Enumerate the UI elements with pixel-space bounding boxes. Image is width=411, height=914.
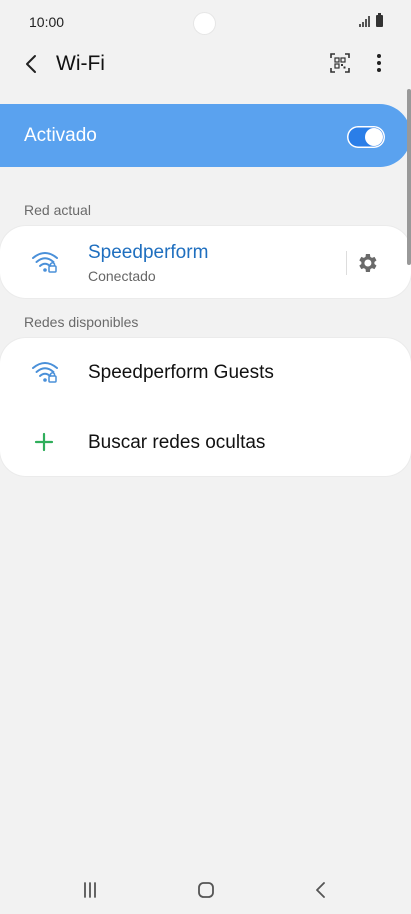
- battery-icon: [376, 13, 383, 27]
- back-chevron-icon: [316, 882, 325, 898]
- nav-back-button[interactable]: [309, 880, 333, 900]
- status-time: 10:00: [29, 14, 65, 30]
- add-hidden-network-row[interactable]: Buscar redes ocultas: [0, 408, 411, 476]
- divider: [346, 251, 347, 275]
- current-network-row[interactable]: Speedperform Conectado: [0, 226, 340, 298]
- status-icons: [359, 13, 383, 27]
- available-networks-header: Redes disponibles: [24, 314, 139, 330]
- network-settings-button[interactable]: [355, 251, 379, 275]
- current-network-status: Conectado: [88, 268, 156, 284]
- available-networks-card: Speedperform Guests Buscar redes ocultas: [0, 338, 411, 476]
- more-options-button[interactable]: [368, 52, 390, 74]
- add-hidden-network-label: Buscar redes ocultas: [88, 432, 266, 453]
- current-network-header: Red actual: [24, 202, 91, 218]
- recent-apps-icon: [84, 882, 96, 898]
- wifi-toggle[interactable]: [347, 126, 385, 148]
- wifi-master-switch[interactable]: Activado: [0, 104, 411, 167]
- current-network-name: Speedperform: [88, 242, 209, 263]
- back-button[interactable]: [20, 52, 44, 76]
- home-button[interactable]: [194, 880, 218, 900]
- status-bar: 10:00: [0, 0, 411, 44]
- network-item[interactable]: Speedperform Guests: [0, 338, 411, 408]
- qr-code-button[interactable]: [329, 52, 351, 74]
- signal-icon: [359, 15, 370, 27]
- wifi-lock-icon: [32, 252, 58, 273]
- master-switch-label: Activado: [24, 125, 97, 146]
- page-title: Wi-Fi: [56, 52, 105, 75]
- more-vertical-icon: [377, 54, 381, 72]
- app-bar: Wi-Fi: [0, 44, 411, 84]
- network-name: Speedperform Guests: [88, 362, 274, 383]
- home-icon: [198, 882, 214, 898]
- navigation-bar: [0, 866, 411, 914]
- recent-apps-button[interactable]: [78, 880, 102, 900]
- current-network-card: Speedperform Conectado: [0, 226, 411, 298]
- back-arrow-icon: [26, 55, 36, 73]
- camera-cutout: [194, 13, 215, 34]
- wifi-lock-icon: [32, 362, 58, 383]
- gear-icon: [359, 254, 377, 272]
- qr-code-icon: [330, 53, 350, 73]
- toggle-knob: [365, 128, 383, 146]
- scrollbar[interactable]: [407, 89, 411, 265]
- plus-icon: [34, 432, 54, 452]
